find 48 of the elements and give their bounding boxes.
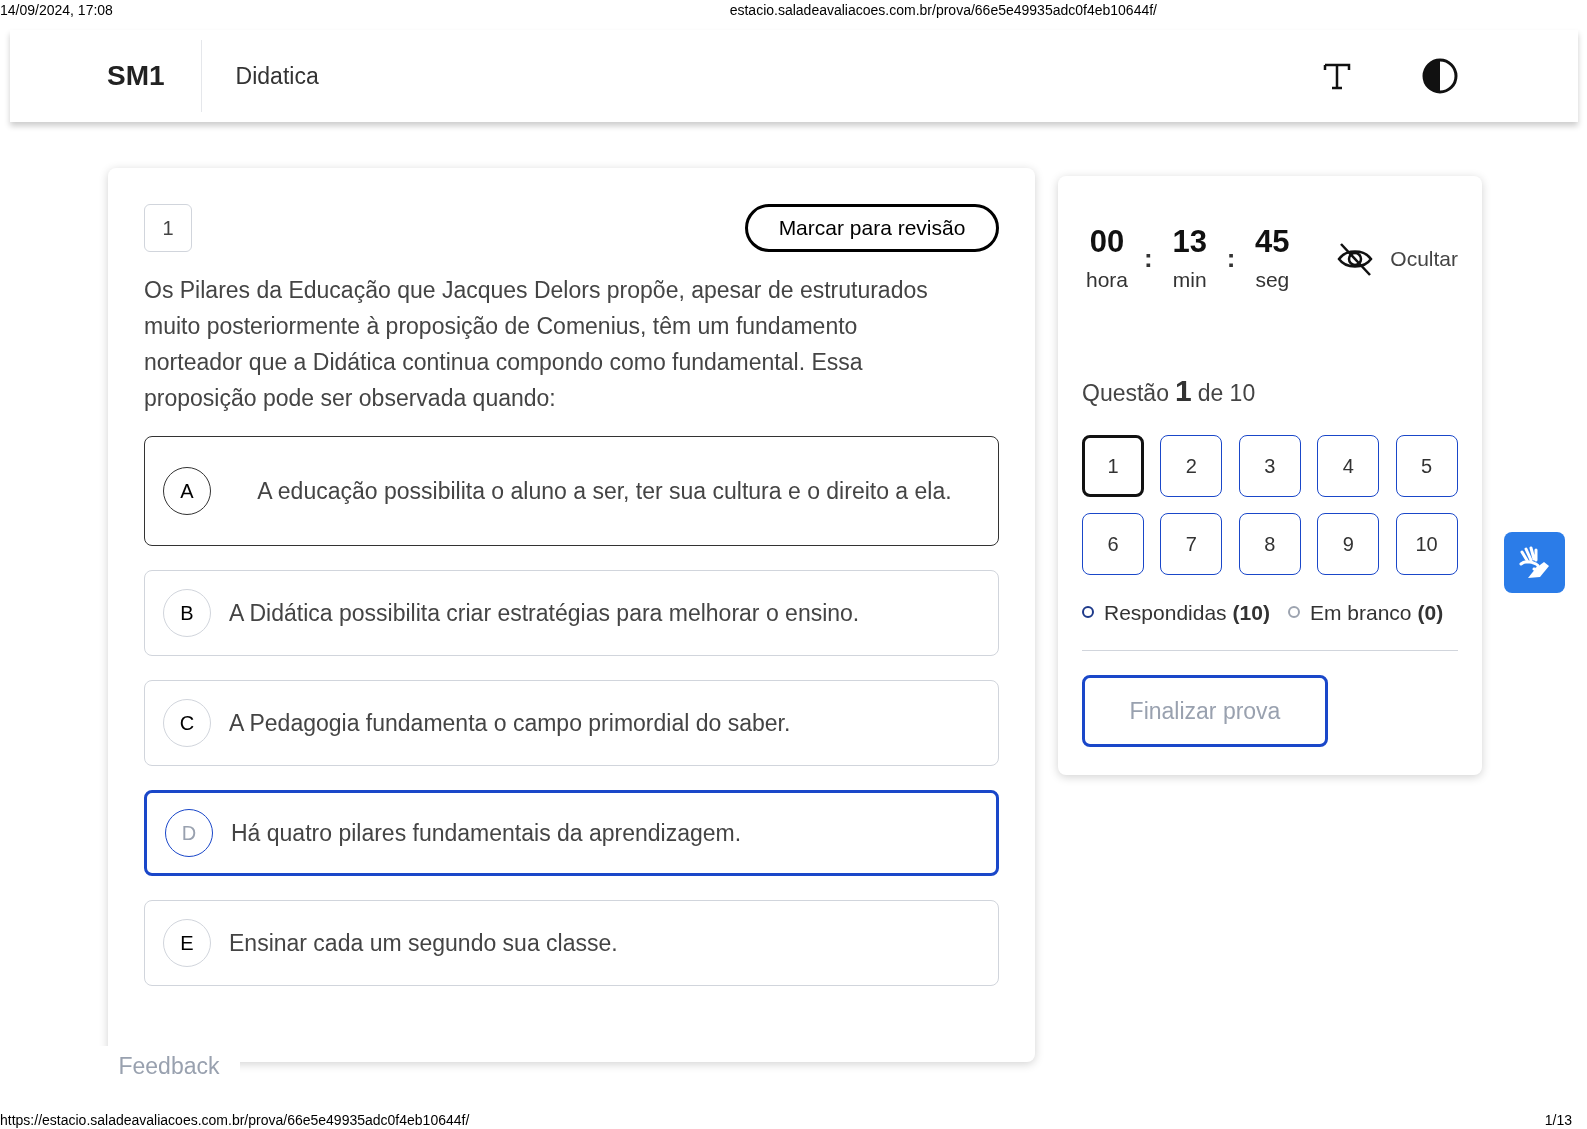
question-nav-button[interactable]: 5 (1395, 434, 1458, 497)
font-size-icon[interactable] (1322, 61, 1352, 91)
question-nav-button[interactable]: 9 (1317, 512, 1380, 575)
question-total: de 10 (1197, 378, 1256, 408)
legend-label: Respondidas (1104, 599, 1227, 626)
timer-value: 00 (1089, 223, 1125, 261)
answer-option[interactable]: D Há quatro pilares fundamentais da aprendizagem. (144, 790, 999, 876)
timer-value: 45 (1255, 223, 1290, 261)
question-nav-button[interactable]: 7 (1160, 512, 1223, 575)
page-number: 1/13 (1544, 1111, 1572, 1129)
sign-language-button[interactable] (1504, 532, 1565, 593)
answer-option[interactable]: A A educação possibilita o aluno a ser, ter sua cultura e o direito a ela. (144, 436, 999, 546)
print-datetime: 14/09/2024, 17:08 (0, 1, 113, 20)
question-number: 1 (144, 204, 192, 252)
option-text: Ensinar cada um segundo sua classe. (229, 929, 619, 958)
question-nav-button[interactable]: 2 (1160, 434, 1223, 497)
option-text: Há quatro pilares fundamentais da aprendizagem. (231, 819, 743, 848)
legend-count: (10) (1232, 599, 1270, 626)
option-text: A Pedagogia fundamenta o campo primordial do saber. (229, 709, 792, 738)
question-nav-button[interactable]: 8 (1238, 512, 1301, 575)
mark-for-review-button[interactable]: Marcar para revisão (745, 204, 999, 252)
question-nav-button[interactable]: 6 (1082, 512, 1144, 575)
timer-unit: hora (1086, 267, 1128, 293)
answer-option[interactable]: B A Didática possibilita criar estratégias para melhorar o ensino. (144, 570, 999, 656)
question-counter-label: Questão (1082, 378, 1169, 408)
legend-label: Em branco (1309, 599, 1412, 626)
timer-unit: min (1172, 267, 1207, 293)
answer-option[interactable]: E Ensinar cada um segundo sua classe. (144, 900, 999, 986)
print-url: estacio.saladeavaliacoes.com.br/prova/66e5e49935adc0f4eb10644f/ (729, 1, 1157, 20)
timer-unit: seg (1255, 267, 1290, 293)
timer-separator: : (1144, 242, 1153, 276)
question-nav-button[interactable]: 4 (1317, 434, 1380, 497)
current-question: 1 (1174, 372, 1192, 409)
legend-count: (0) (1417, 599, 1444, 626)
timer-separator: : (1226, 242, 1236, 276)
print-url: https://estacio.saladeavaliacoes.com.br/prova/66e5e49935adc0f4eb10644f/ (0, 1111, 470, 1129)
logo: SM1 (107, 59, 165, 93)
question-text: Os Pilares da Educação que Jacques Delors propõe, apesar de estruturados muito posteriormente à proposição de Comenius, têm um fundamento norteador que a Didática continua compondo como fundamental. Essa proposição pode ser observada quando: (144, 276, 929, 413)
contrast-icon[interactable] (1422, 58, 1458, 94)
hide-timer-button[interactable]: Ocultar (1336, 239, 1458, 278)
option-text: A Didática possibilita criar estratégias para melhorar o ensino. (229, 599, 861, 628)
answer-option[interactable]: C A Pedagogia fundamenta o campo primordial do saber. (144, 680, 999, 766)
option-text: A educação possibilita o aluno a ser, ter sua cultura e o direito a ela. (256, 477, 953, 506)
question-nav-button[interactable]: 3 (1238, 434, 1301, 497)
question-nav-button[interactable]: 1 (1082, 434, 1144, 497)
course-title: Didatica (235, 61, 319, 91)
timer-value: 13 (1172, 223, 1207, 261)
question-nav-button[interactable]: 10 (1395, 512, 1458, 575)
